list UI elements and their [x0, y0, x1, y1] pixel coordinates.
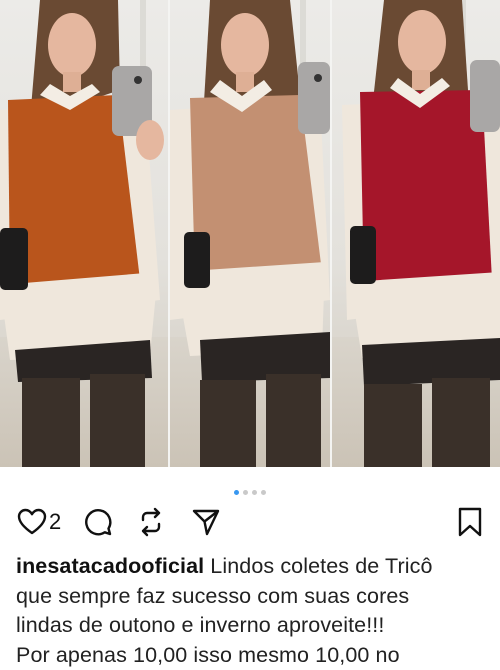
caption-line: lindas de outono e inverno aproveite!!! — [16, 611, 488, 641]
repost-button[interactable] — [135, 505, 167, 539]
share-icon — [191, 507, 221, 537]
post-username[interactable]: inesatacadooficial — [16, 554, 204, 578]
carousel-dot[interactable] — [261, 490, 266, 495]
like-count[interactable]: 2 — [49, 509, 61, 535]
model-figure — [0, 0, 168, 467]
post-caption: inesatacadooficial Lindos coletes de Tri… — [16, 552, 488, 670]
model-figure — [332, 0, 500, 467]
photo-panel-orange-vest — [0, 0, 168, 467]
caption-line: que sempre faz sucesso com suas cores — [16, 582, 488, 612]
caption-line: Por apenas 10,00 isso mesmo 10,00 no — [16, 641, 488, 670]
bookmark-icon — [457, 507, 483, 537]
carousel-dot[interactable] — [252, 490, 257, 495]
repost-icon — [135, 506, 167, 538]
caption-line: inesatacadooficial Lindos coletes de Tri… — [16, 552, 488, 582]
like-button[interactable]: 2 — [17, 505, 61, 539]
share-button[interactable] — [191, 505, 221, 539]
heart-icon — [17, 508, 47, 536]
comment-button[interactable] — [83, 505, 113, 539]
carousel-dot[interactable] — [243, 490, 248, 495]
caption-text: Lindos coletes de Tricô — [210, 554, 432, 578]
photo-panel-red-vest — [332, 0, 500, 467]
post-photo[interactable] — [0, 0, 500, 467]
carousel-dot-active[interactable] — [234, 490, 239, 495]
carousel-indicator — [0, 482, 500, 500]
post-actions-bar: 2 — [17, 505, 483, 539]
comment-icon — [83, 507, 113, 537]
model-figure — [170, 0, 330, 467]
photo-panel-camel-vest — [170, 0, 330, 467]
save-button[interactable] — [457, 505, 483, 539]
